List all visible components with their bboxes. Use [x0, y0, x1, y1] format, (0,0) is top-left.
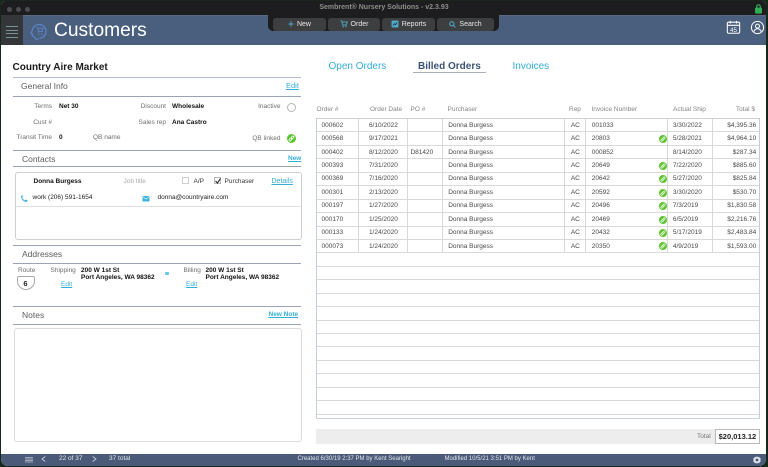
svg-text:45: 45 — [730, 27, 737, 34]
